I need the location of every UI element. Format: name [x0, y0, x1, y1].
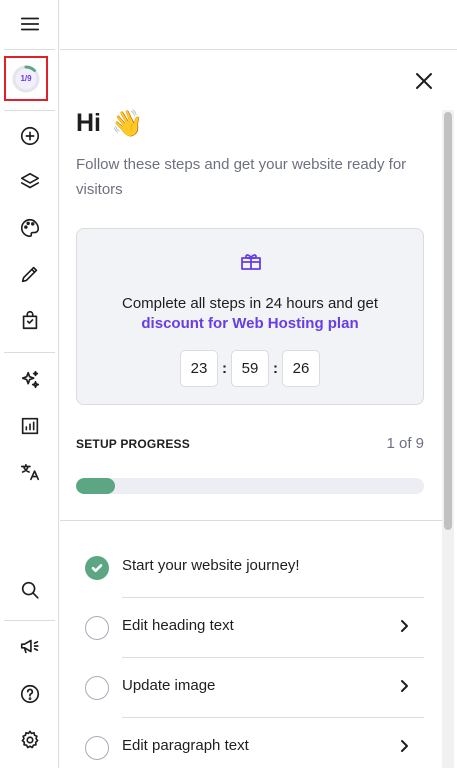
discount-link[interactable]: discount for Web Hosting plan [77, 315, 423, 332]
search-button[interactable] [0, 568, 59, 612]
waving-hand-emoji: 👋 [111, 108, 144, 138]
setup-progress-badge[interactable]: 1/9 [4, 56, 48, 101]
step-incomplete-indicator [85, 736, 109, 760]
left-sidebar: 1/9 [0, 0, 59, 768]
step-item[interactable]: Update image [76, 658, 424, 718]
sidebar-divider [4, 110, 55, 111]
sidebar-divider [4, 352, 55, 353]
timer-separator: : [273, 360, 278, 377]
step-item[interactable]: Edit paragraph text [76, 718, 424, 768]
chevron-right-icon [396, 618, 412, 634]
step-incomplete-indicator [85, 676, 109, 700]
countdown-timer: 23 : 59 : 26 [180, 350, 320, 387]
setup-progress-label: SETUP PROGRESS [76, 437, 190, 451]
step-complete-indicator [85, 556, 109, 580]
progress-badge-label: 1/9 [20, 74, 32, 83]
step-item[interactable]: Start your website journey! [76, 538, 424, 598]
progress-ring: 1/9 [11, 64, 41, 94]
add-element-button[interactable] [0, 114, 59, 158]
section-divider [60, 520, 442, 521]
greeting-heading: Hi 👋 [76, 108, 143, 139]
close-button[interactable] [412, 69, 436, 93]
setup-progress-fill [76, 478, 115, 494]
translate-button[interactable] [0, 450, 59, 494]
scrollbar-thumb[interactable] [444, 112, 452, 530]
sidebar-divider [4, 49, 55, 50]
search-icon [21, 581, 39, 599]
translate-icon [20, 463, 39, 481]
analytics-button[interactable] [0, 404, 59, 448]
menu-button[interactable] [0, 2, 59, 46]
setup-progress-bar [76, 478, 424, 494]
check-icon [91, 564, 103, 573]
timer-hours: 23 [180, 350, 218, 387]
palette-icon [20, 218, 39, 238]
analytics-icon [21, 417, 38, 435]
step-label: Update image [122, 677, 216, 694]
settings-icon [21, 730, 38, 749]
timer-seconds: 26 [282, 350, 320, 387]
timer-separator: : [222, 360, 227, 377]
sidebar-divider [4, 620, 55, 621]
styles-button[interactable] [0, 206, 59, 250]
pencil-icon [21, 266, 37, 283]
menu-icon [20, 17, 39, 31]
chevron-right-icon [396, 678, 412, 694]
step-label: Edit heading text [122, 617, 234, 634]
promo-text: Complete all steps in 24 hours and get [122, 295, 378, 312]
timer-minutes: 59 [231, 350, 269, 387]
step-label: Start your website journey! [122, 557, 300, 574]
greeting-subtext: Follow these steps and get your website … [76, 156, 407, 198]
greeting-text: Hi [76, 109, 101, 137]
gift-icon [239, 249, 263, 273]
step-item[interactable]: Edit heading text [76, 598, 424, 658]
edit-button[interactable] [0, 252, 59, 296]
chevron-right-icon [396, 738, 412, 754]
layers-icon [20, 172, 39, 189]
step-incomplete-indicator [85, 616, 109, 640]
top-bar [60, 0, 457, 50]
setup-progress-count: 1 of 9 [386, 435, 424, 452]
settings-button[interactable] [0, 718, 59, 762]
megaphone-icon [20, 639, 39, 654]
close-icon [416, 73, 432, 89]
ai-sparkles-icon [21, 370, 39, 389]
ai-tools-button[interactable] [0, 358, 59, 402]
help-icon [20, 684, 39, 704]
help-button[interactable] [0, 672, 59, 716]
step-label: Edit paragraph text [122, 737, 249, 754]
discount-promo-card: Complete all steps in 24 hours and get d… [76, 228, 424, 405]
add-element-icon [20, 126, 39, 146]
marketing-button[interactable] [0, 624, 59, 668]
store-button[interactable] [0, 298, 59, 342]
layers-button[interactable] [0, 160, 59, 204]
store-bag-icon [22, 310, 37, 330]
